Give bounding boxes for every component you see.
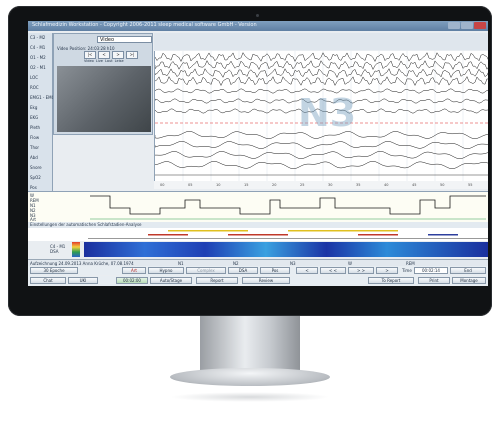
spectrogram-colorbar xyxy=(72,242,80,257)
eeg-trace xyxy=(155,141,488,149)
channel-label[interactable]: SpO2 xyxy=(30,175,41,180)
time-tick: 20 xyxy=(272,183,277,187)
webcam-icon xyxy=(256,14,259,17)
end-button[interactable]: End xyxy=(450,267,486,274)
minimize-button[interactable] xyxy=(448,22,460,29)
maximize-button[interactable] xyxy=(461,22,473,29)
patient-video-feed xyxy=(57,66,151,132)
time-tick: 45 xyxy=(412,183,417,187)
channel-label[interactable]: Snore xyxy=(30,165,42,170)
time-tick: 15 xyxy=(244,183,249,187)
eeg-trace xyxy=(155,151,488,159)
trace-header xyxy=(154,33,488,50)
stand-shadow xyxy=(170,392,330,402)
close-button[interactable] xyxy=(474,22,486,29)
sleep-stage-watermark: N3 xyxy=(298,91,357,135)
hypno-button[interactable]: Hypno xyxy=(148,267,184,274)
chat-button[interactable]: Chat xyxy=(30,277,66,284)
time-scale: 00 05 10 15 20 25 30 35 40 45 50 55 xyxy=(154,181,488,189)
channel-label[interactable]: Thor xyxy=(30,145,39,150)
report-button[interactable]: Report xyxy=(196,277,238,284)
time-field[interactable]: 00:02:14 xyxy=(414,267,448,274)
monitor-bezel: Schlafmedizin Workstation - Copyright 20… xyxy=(8,6,492,316)
auto-stage-button[interactable]: Auto/Stage xyxy=(150,277,192,284)
prev-epoch-button[interactable]: < xyxy=(296,267,318,274)
fast-forward-button[interactable]: > > xyxy=(348,267,374,274)
channel-label[interactable]: Pleth xyxy=(30,125,40,130)
video-prev-button[interactable]: < xyxy=(98,51,110,59)
video-select[interactable]: Video xyxy=(97,36,152,43)
monitor-stand-base xyxy=(170,368,330,386)
channel-label[interactable]: O2 - M1 xyxy=(30,65,46,70)
video-control-label[interactable]: Leise xyxy=(115,59,124,63)
app-window: Schlafmedizin Workstation - Copyright 20… xyxy=(28,21,488,286)
channel-label[interactable]: C3 - M2 xyxy=(30,35,45,40)
epoch-select[interactable]: 30 Epoche xyxy=(30,267,78,274)
channel-label[interactable]: Flow xyxy=(30,135,39,140)
dsa-button[interactable]: DSA xyxy=(228,267,258,274)
review-select[interactable]: Review xyxy=(242,277,290,284)
navigation-row: 30 Epoche Art Hypno Complex DSA Pos < < … xyxy=(28,266,488,275)
complex-button[interactable]: Complex xyxy=(186,267,226,274)
auto-staging-label: Einstellungen der automatischen Schlafst… xyxy=(30,222,142,227)
eeg-trace xyxy=(155,160,488,169)
eeg-trace xyxy=(155,68,488,79)
time-tick: 10 xyxy=(216,183,221,187)
video-first-button[interactable]: |< xyxy=(84,51,96,59)
channel-label[interactable]: Abd xyxy=(30,155,38,160)
duration-field[interactable]: 00:02:00 xyxy=(116,277,148,284)
video-last-button[interactable]: >| xyxy=(126,51,138,59)
spectrogram-label: C4 - M1 DSA xyxy=(50,244,65,254)
action-button-row: Chat UKI 00:02:00 Auto/Stage Report Revi… xyxy=(28,276,488,286)
time-tick: 00 xyxy=(160,183,165,187)
time-tick: 35 xyxy=(356,183,361,187)
artifact-button[interactable]: Art xyxy=(122,267,146,274)
time-tick: 40 xyxy=(384,183,389,187)
video-control-label[interactable]: Video xyxy=(84,59,94,63)
time-tick: 55 xyxy=(468,183,473,187)
eeg-trace xyxy=(155,52,488,63)
window-title: Schlafmedizin Workstation - Copyright 20… xyxy=(32,22,257,28)
channel-list: C3 - M2 C4 - M1 O1 - M2 O2 - M1 LOC ROC … xyxy=(28,33,57,193)
position-button[interactable]: Pos xyxy=(260,267,290,274)
video-control-label[interactable]: Laut xyxy=(105,59,113,63)
print-button[interactable]: Print xyxy=(418,277,450,284)
hypnogram-plot xyxy=(90,195,486,220)
channel-label[interactable]: ROC xyxy=(30,85,39,90)
video-panel: Video Video Position: 24:03:28 h10 |< < … xyxy=(53,33,153,135)
uki-button[interactable]: UKI xyxy=(68,277,98,284)
montage-button[interactable]: Montage xyxy=(452,277,486,284)
channel-label[interactable]: C4 - M1 xyxy=(30,45,45,50)
channel-label[interactable]: Pos xyxy=(30,185,37,190)
next-epoch-button[interactable]: > xyxy=(376,267,398,274)
to-report-button[interactable]: To Report xyxy=(368,277,414,284)
time-tick: 50 xyxy=(440,183,445,187)
spectrogram[interactable] xyxy=(84,242,488,257)
monitor-stand-neck xyxy=(200,316,300,374)
time-tick: 30 xyxy=(328,183,333,187)
title-bar: Schlafmedizin Workstation - Copyright 20… xyxy=(28,21,488,31)
time-tick: 25 xyxy=(300,183,305,187)
channel-label[interactable]: EKG xyxy=(30,115,38,120)
event-markers xyxy=(28,228,488,241)
channel-label[interactable]: O1 - M2 xyxy=(30,55,46,60)
eeg-trace xyxy=(155,60,488,71)
channel-label[interactable]: LOC xyxy=(30,75,38,80)
video-control-label[interactable]: Live xyxy=(96,59,103,63)
time-tick: 05 xyxy=(188,183,193,187)
eeg-trace xyxy=(155,76,488,87)
rewind-button[interactable]: < < xyxy=(320,267,346,274)
hypnogram[interactable]: W REM N1 N2 N3 Art xyxy=(28,191,488,223)
spectrogram-type: DSA xyxy=(50,249,59,254)
time-label: Time xyxy=(402,268,412,273)
video-next-button[interactable]: > xyxy=(112,51,124,59)
video-select-value: Video xyxy=(100,37,115,43)
channel-label[interactable]: Ekg xyxy=(30,105,37,110)
